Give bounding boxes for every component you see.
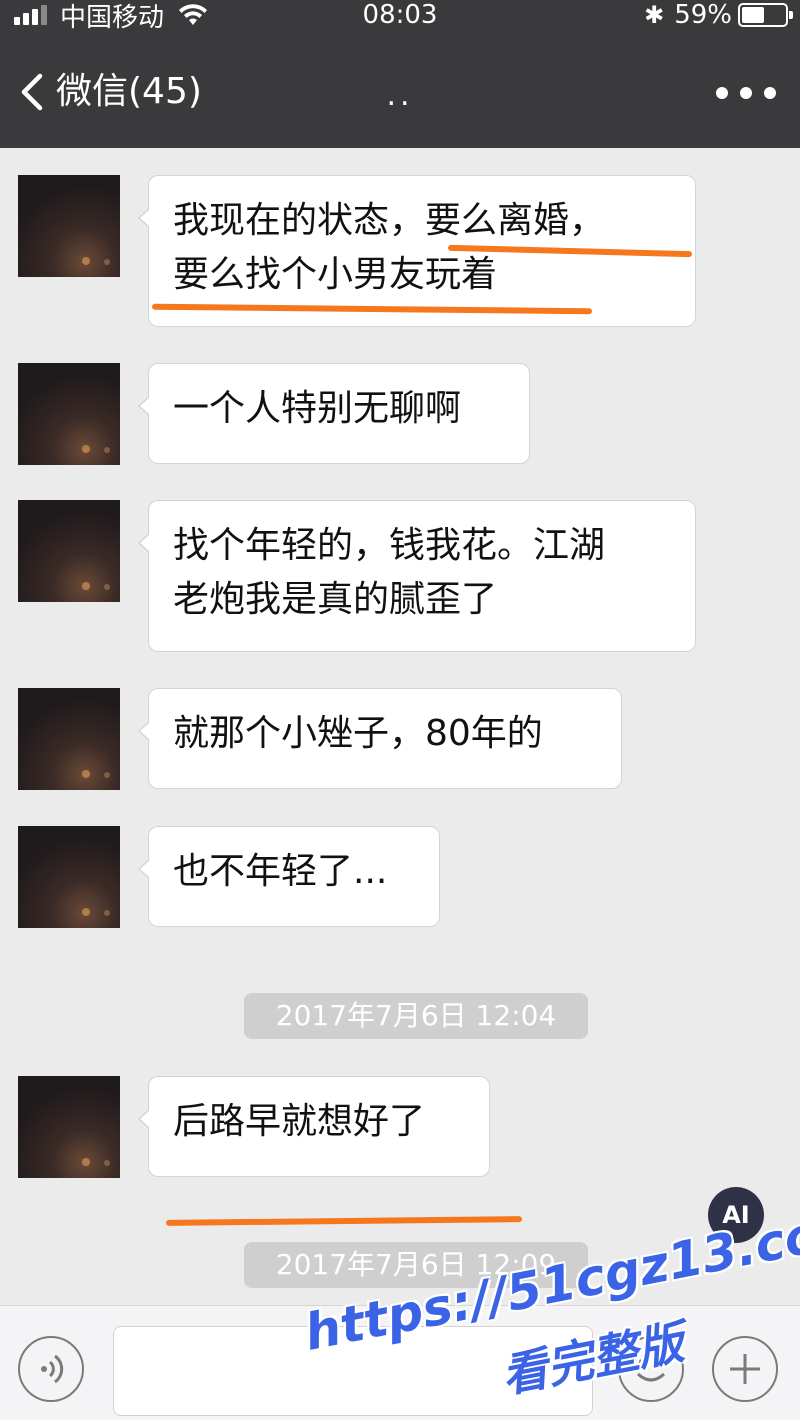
- status-bar: 中国移动 08:03 ✱ 59%: [0, 0, 800, 33]
- message-line: 要么找个小男友玩着: [173, 254, 498, 295]
- battery-percent: 59%: [674, 0, 732, 30]
- chat-title: ..: [386, 78, 414, 113]
- avatar[interactable]: [18, 688, 120, 790]
- voice-icon[interactable]: [18, 1336, 84, 1402]
- message-line: 也不年轻了...: [173, 851, 388, 892]
- message-line: 老炮我是真的腻歪了: [173, 579, 498, 620]
- emoji-icon[interactable]: [618, 1336, 684, 1402]
- message-bubble[interactable]: 后路早就想好了: [138, 1076, 490, 1177]
- message-line: 我现在的状态，要么离婚，: [173, 200, 606, 241]
- voice-wave-icon: [41, 1354, 64, 1384]
- nav-bar: 微信(45) ..: [0, 56, 800, 136]
- chat-timestamp: 2017年7月6日 12:09: [244, 1242, 588, 1288]
- message-line: 一个人特别无聊啊: [173, 388, 462, 429]
- top-bar: 中国移动 08:03 ✱ 59% 微信(45) ..: [0, 0, 800, 148]
- input-bar: [0, 1305, 800, 1420]
- smiley-face-icon: [636, 1359, 666, 1382]
- avatar[interactable]: [18, 175, 120, 277]
- battery-fill: [742, 7, 765, 23]
- message-bubble[interactable]: 一个人特别无聊啊: [138, 363, 530, 464]
- status-right: ✱ 59%: [644, 0, 793, 30]
- battery-icon: [738, 3, 793, 27]
- avatar[interactable]: [18, 826, 120, 928]
- plus-icon[interactable]: [712, 1336, 778, 1402]
- message-line: 找个年轻的，钱我花。江湖: [173, 525, 606, 566]
- more-icon[interactable]: [716, 78, 776, 108]
- message-input[interactable]: [113, 1326, 593, 1416]
- message-line: 后路早就想好了: [173, 1101, 426, 1142]
- bluetooth-icon: ✱: [644, 1, 665, 29]
- avatar[interactable]: [18, 363, 120, 465]
- message-line: 就那个小矬子，80年的: [173, 713, 543, 754]
- message-bubble[interactable]: 就那个小矬子，80年的: [138, 688, 622, 789]
- message-bubble[interactable]: 找个年轻的，钱我花。江湖 老炮我是真的腻歪了: [138, 500, 696, 652]
- highlight-underline: [165, 1216, 523, 1226]
- chat-area: 我现在的状态，要么离婚， 要么找个小男友玩着 一个人特别无聊啊 找个年轻的，钱我…: [0, 148, 800, 1305]
- avatar[interactable]: [18, 500, 120, 602]
- add-icon: [730, 1354, 760, 1384]
- message-bubble[interactable]: 也不年轻了...: [138, 826, 440, 927]
- chat-timestamp: 2017年7月6日 12:04: [244, 993, 588, 1039]
- ai-badge[interactable]: AI: [708, 1187, 764, 1243]
- avatar[interactable]: [18, 1076, 120, 1178]
